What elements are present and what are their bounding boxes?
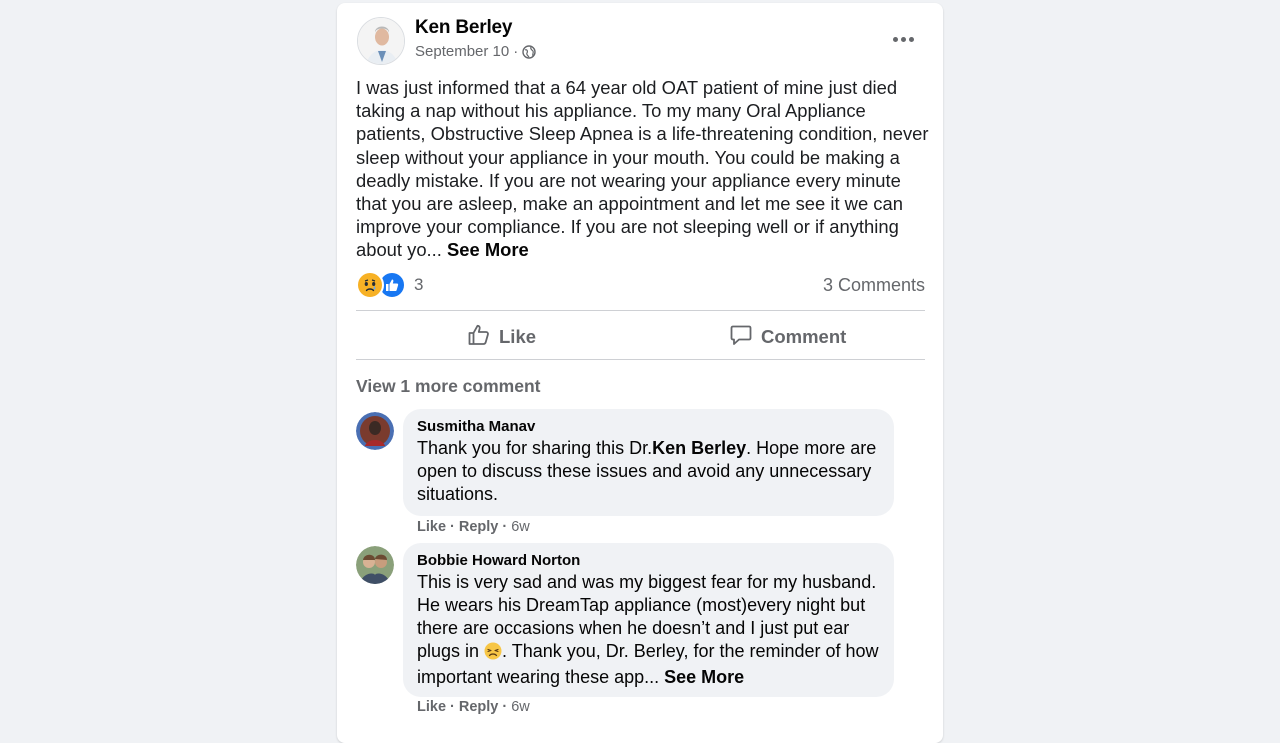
mention-link[interactable]: Ken Berley [652,438,746,458]
comment-text: Thank you for sharing this Dr.Ken Berley… [417,437,887,506]
comment-reply-link[interactable]: Reply [459,519,499,535]
meta-separator: · [513,43,519,60]
thumbs-up-icon [467,323,491,352]
divider [356,359,925,360]
reaction-count: 3 [414,275,424,294]
like-button[interactable]: Like [467,324,536,350]
see-more-link[interactable]: See More [447,239,529,260]
comment-bubble: Susmitha Manav Thank you for sharing thi… [403,409,894,516]
comment-bubble: Bobbie Howard Norton This is very sad an… [403,543,894,697]
comment-label: Comment [761,326,847,347]
comments-count-link[interactable]: 3 Comments [823,275,925,296]
globe-icon [522,44,536,59]
comment-like-link[interactable]: Like [417,699,446,715]
more-dots-icon[interactable] [885,27,921,51]
comment-time[interactable]: 6w [511,699,530,715]
divider [356,310,925,311]
reactions-summary[interactable]: 3 [356,271,423,299]
like-label: Like [499,326,537,347]
comment-reply-link[interactable]: Reply [459,699,499,715]
view-more-comments-link[interactable]: View 1 more comment [356,376,540,397]
post-text: I was just informed that a 64 year old O… [356,76,931,262]
post-card: Ken Berley September 10 · I was just inf… [337,3,943,743]
post-meta: September 10 · [415,43,536,60]
separator: · [450,519,455,535]
comment-button[interactable]: Comment [729,324,846,350]
commenter-name[interactable]: Susmitha Manav [417,418,535,435]
see-more-link[interactable]: See More [664,667,744,687]
separator: · [450,699,455,715]
post-body: I was just informed that a 64 year old O… [356,77,929,261]
comment-text-part: Thank you for sharing this Dr. [417,438,653,458]
comment-text: This is very sad and was my biggest fear… [417,571,887,689]
commenter-name[interactable]: Bobbie Howard Norton [417,552,580,569]
post-author-name[interactable]: Ken Berley [415,17,512,39]
sad-face-icon [356,271,384,299]
comment-actions: Like · Reply · 6w [417,699,530,715]
post-date[interactable]: September 10 [415,43,509,60]
comment-like-link[interactable]: Like [417,519,446,535]
separator: · [502,519,508,535]
author-avatar[interactable] [357,17,405,65]
speech-bubble-icon [729,323,753,352]
comment-actions: Like · Reply · 6w [417,519,530,535]
commenter-avatar[interactable] [356,546,394,584]
commenter-avatar[interactable] [356,412,394,450]
separator: · [502,699,508,715]
tired-face-emoji [484,642,502,666]
comment-time[interactable]: 6w [511,519,530,535]
